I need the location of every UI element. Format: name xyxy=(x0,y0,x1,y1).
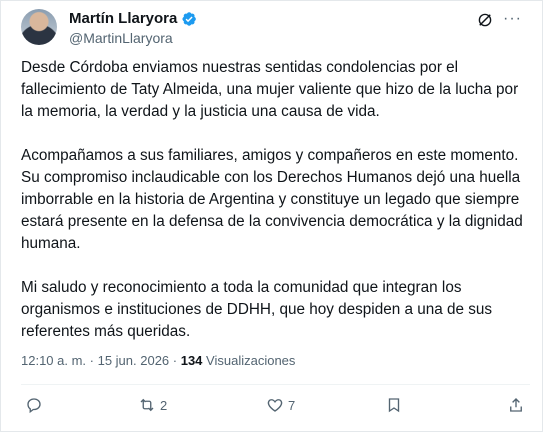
tweet-paragraph: Mi saludo y reconocimiento a toda la com… xyxy=(21,279,493,340)
tweet-text: Desde Córdoba enviamos nuestras sentidas… xyxy=(21,57,526,343)
bookmark-button[interactable] xyxy=(385,396,403,414)
divider xyxy=(21,384,530,385)
bookmark-icon xyxy=(388,398,400,413)
like-count: 7 xyxy=(288,397,296,413)
tweet-card: Martín Llaryora @MartinLlaryora ··· Desd… xyxy=(0,0,543,432)
share-icon xyxy=(510,398,522,412)
tweet-timestamp[interactable]: 12:10 a. m. · 15 jun. 2026 · xyxy=(21,353,181,368)
tweet-meta: 12:10 a. m. · 15 jun. 2026 · 134 Visuali… xyxy=(21,353,295,368)
repost-count: 2 xyxy=(160,397,168,413)
like-button[interactable]: 7 xyxy=(266,396,295,414)
action-bar: 2 7 xyxy=(21,396,530,420)
views-label: Visualizaciones xyxy=(202,353,296,368)
heart-icon xyxy=(267,399,283,412)
author-name-row: Martín Llaryora xyxy=(69,10,197,27)
avatar[interactable] xyxy=(21,9,57,45)
tweet-paragraph: Acompañamos a sus familiares, amigos y c… xyxy=(21,147,523,252)
tweet-header: Martín Llaryora @MartinLlaryora ··· xyxy=(21,9,530,49)
views-count: 134 xyxy=(180,353,203,368)
verified-badge-icon[interactable] xyxy=(181,11,197,27)
reply-icon xyxy=(27,398,41,414)
repost-button[interactable]: 2 xyxy=(138,396,167,414)
more-icon[interactable]: ··· xyxy=(503,11,522,27)
repost-icon xyxy=(140,398,154,412)
share-button[interactable] xyxy=(507,396,525,414)
reply-button[interactable] xyxy=(25,396,47,414)
author-name[interactable]: Martín Llaryora xyxy=(69,10,177,27)
author-handle[interactable]: @MartinLlaryora xyxy=(69,30,173,46)
grok-icon[interactable] xyxy=(476,11,494,29)
tweet-paragraph: Desde Córdoba enviamos nuestras sentidas… xyxy=(21,59,519,120)
